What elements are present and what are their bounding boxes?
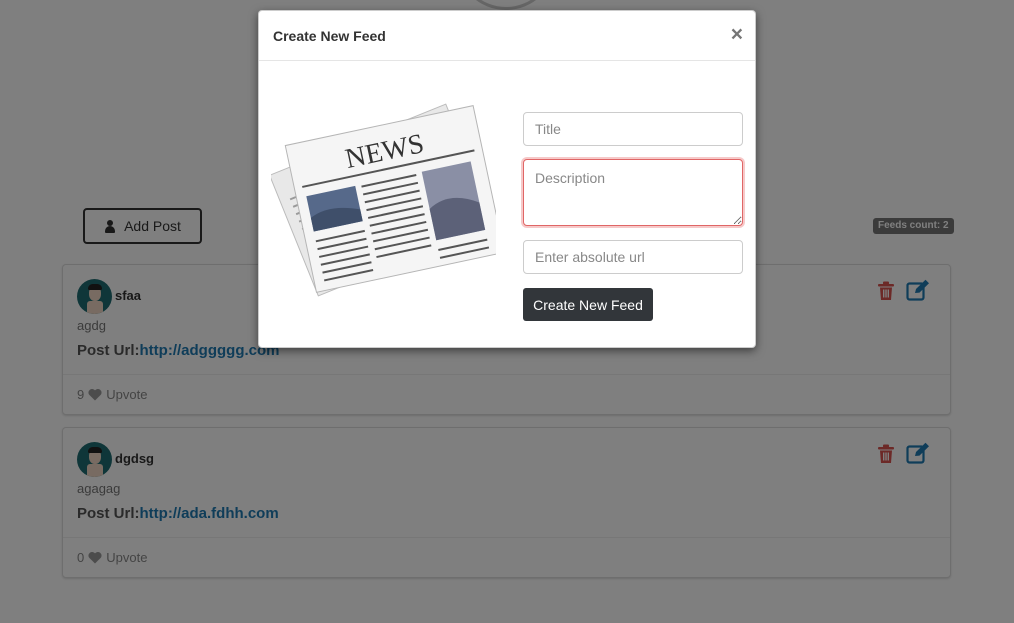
newspaper-image: NEWS	[271, 103, 496, 297]
create-feed-button[interactable]: Create New Feed	[523, 288, 653, 321]
modal-title: Create New Feed	[273, 28, 386, 44]
modal-header: Create New Feed ×	[259, 11, 755, 61]
create-feed-modal: Create New Feed × NEWS Title Description…	[258, 10, 756, 348]
url-input[interactable]	[523, 240, 743, 274]
title-input[interactable]	[523, 112, 743, 146]
close-icon[interactable]: ×	[731, 24, 743, 45]
description-textarea[interactable]	[523, 159, 743, 226]
